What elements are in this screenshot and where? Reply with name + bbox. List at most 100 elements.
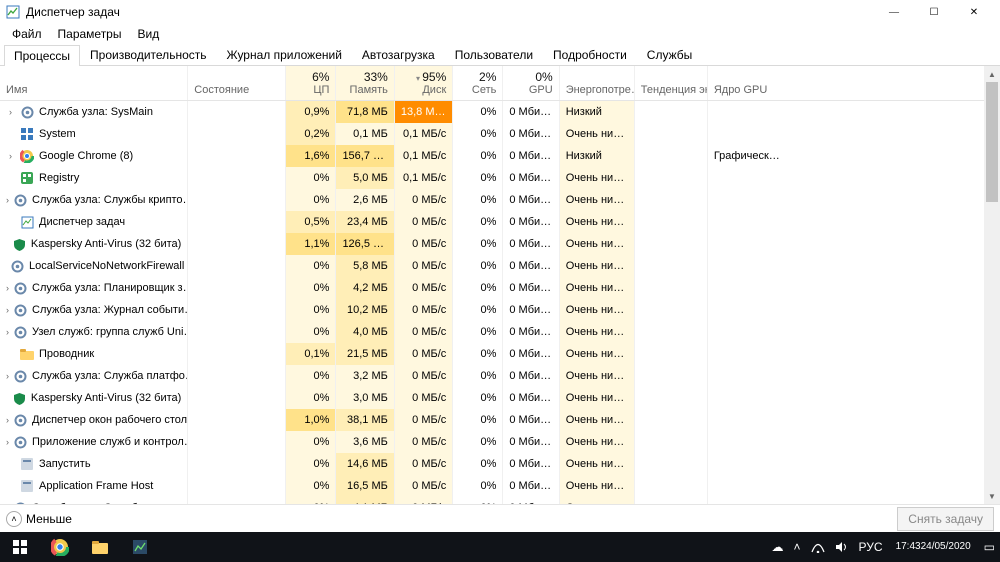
cell-status	[188, 255, 286, 277]
cell-status	[188, 431, 286, 453]
taskbar-taskmanager-icon[interactable]	[120, 532, 160, 562]
taskbar-chrome-icon[interactable]	[40, 532, 80, 562]
tab-6[interactable]: Службы	[637, 44, 702, 65]
cell-disk: 0 МБ/с	[394, 431, 452, 453]
cell-mem: 5,8 МБ	[336, 255, 394, 277]
end-task-button[interactable]: Снять задачу	[897, 507, 994, 531]
tab-1[interactable]: Производительность	[80, 44, 216, 65]
process-row[interactable]: ›Диспетчер окон рабочего стола1,0%38,1 М…	[0, 409, 1000, 431]
col-header-cpu[interactable]: 6%ЦП	[286, 66, 336, 101]
expand-chevron-icon[interactable]: ›	[6, 107, 15, 117]
tray-clock[interactable]: 17:43 24/05/2020	[888, 532, 979, 562]
col-header-gpueng[interactable]: Ядро GPU	[707, 66, 999, 101]
cell-mem: 21,5 МБ	[336, 343, 394, 365]
expand-chevron-icon[interactable]: ›	[6, 283, 9, 293]
scroll-up-icon[interactable]: ▲	[984, 66, 1000, 82]
cell-net: 0%	[453, 387, 503, 409]
tray-onedrive-icon[interactable]: ☁	[767, 532, 789, 562]
process-name: Проводник	[39, 348, 94, 360]
expand-chevron-icon[interactable]: ›	[6, 503, 9, 504]
cell-cpu: 0%	[286, 321, 336, 343]
maximize-button[interactable]: ☐	[914, 0, 954, 24]
tab-0[interactable]: Процессы	[4, 45, 80, 66]
cell-ptrend	[634, 299, 707, 321]
expand-chevron-icon[interactable]: ›	[6, 195, 9, 205]
process-row[interactable]: ›Узел служб: группа служб Uni…0%4,0 МБ0 …	[0, 321, 1000, 343]
cell-ptrend	[634, 123, 707, 145]
process-row[interactable]: LocalServiceNoNetworkFirewall …0%5,8 МБ0…	[0, 255, 1000, 277]
cell-power: Очень низкое	[559, 211, 634, 233]
process-row[interactable]: Kaspersky Anti-Virus (32 бита)1,1%126,5 …	[0, 233, 1000, 255]
process-row[interactable]: ›Служба узла: Служба платфо…0%3,2 МБ0 МБ…	[0, 365, 1000, 387]
cell-gpu: 0 Мбит/с	[503, 343, 559, 365]
gear-icon	[14, 501, 27, 504]
process-row[interactable]: ›Служба узла: Планировщик з…0%4,2 МБ0 МБ…	[0, 277, 1000, 299]
expand-chevron-icon[interactable]: ›	[6, 327, 9, 337]
process-name: LocalServiceNoNetworkFirewall …	[29, 260, 188, 272]
cell-gpueng	[707, 431, 999, 453]
col-header-mem[interactable]: 33%Память	[336, 66, 394, 101]
cell-gpueng	[707, 321, 999, 343]
scroll-down-icon[interactable]: ▼	[984, 488, 1000, 504]
col-header-net[interactable]: 2%Сеть	[453, 66, 503, 101]
expand-chevron-icon[interactable]: ›	[6, 415, 9, 425]
cell-disk: 0,1 МБ/с	[394, 145, 452, 167]
process-row[interactable]: ›Служба узла: Журнал событи…0%10,2 МБ0 М…	[0, 299, 1000, 321]
expand-chevron-icon[interactable]: ›	[6, 151, 15, 161]
process-row[interactable]: ›Приложение служб и контрол…0%3,6 МБ0 МБ…	[0, 431, 1000, 453]
col-header-disk[interactable]: ▾ 95%Диск	[394, 66, 452, 101]
close-button[interactable]: ✕	[954, 0, 994, 24]
start-button[interactable]	[0, 532, 40, 562]
tray-language[interactable]: РУС	[854, 532, 888, 562]
menu-options[interactable]: Параметры	[50, 25, 130, 43]
scroll-thumb[interactable]	[986, 82, 998, 202]
process-name: Служба узла: Службы крипто…	[32, 194, 188, 206]
process-row[interactable]: ›Google Chrome (8)1,6%156,7 МБ0,1 МБ/с0%…	[0, 145, 1000, 167]
cell-gpueng: Графическ…	[707, 145, 999, 167]
tray-notifications-icon[interactable]: ▭	[979, 532, 1000, 562]
cell-disk: 0 МБ/с	[394, 233, 452, 255]
menu-file[interactable]: Файл	[4, 25, 50, 43]
tray-overflow-icon[interactable]: ˄	[789, 532, 806, 562]
process-row[interactable]: Диспетчер задач0,5%23,4 МБ0 МБ/с0%0 Мбит…	[0, 211, 1000, 233]
process-row[interactable]: Проводник0,1%21,5 МБ0 МБ/с0%0 Мбит/сОчен…	[0, 343, 1000, 365]
process-row[interactable]: ›Служба узла: SysMain0,9%71,8 МБ13,8 МБ/…	[0, 101, 1000, 124]
col-header-gpu[interactable]: 0%GPU	[503, 66, 559, 101]
process-row[interactable]: Запустить0%14,6 МБ0 МБ/с0%0 Мбит/сОчень …	[0, 453, 1000, 475]
col-header-ptrend[interactable]: Тенденция эн…	[634, 66, 707, 101]
fewer-details-toggle[interactable]: ˄ Меньше	[6, 511, 72, 527]
expand-chevron-icon[interactable]: ›	[6, 305, 9, 315]
taskbar-explorer-icon[interactable]	[80, 532, 120, 562]
minimize-button[interactable]: —	[874, 0, 914, 24]
titlebar: Диспетчер задач — ☐ ✕	[0, 0, 1000, 24]
process-row[interactable]: Registry0%5,0 МБ0,1 МБ/с0%0 Мбит/сОчень …	[0, 167, 1000, 189]
process-row[interactable]: System0,2%0,1 МБ0,1 МБ/с0%0 Мбит/сОчень …	[0, 123, 1000, 145]
tab-3[interactable]: Автозагрузка	[352, 44, 445, 65]
tab-2[interactable]: Журнал приложений	[217, 44, 352, 65]
cell-power: Очень низкое	[559, 453, 634, 475]
tab-4[interactable]: Пользователи	[445, 44, 543, 65]
process-row[interactable]: Kaspersky Anti-Virus (32 бита)0%3,0 МБ0 …	[0, 387, 1000, 409]
expand-chevron-icon[interactable]: ›	[6, 371, 9, 381]
tab-5[interactable]: Подробности	[543, 44, 637, 65]
tray-volume-icon[interactable]	[830, 532, 854, 562]
col-header-status[interactable]: Состояние	[188, 66, 286, 101]
kav-icon	[13, 391, 26, 405]
cell-mem: 38,1 МБ	[336, 409, 394, 431]
process-row[interactable]: Application Frame Host0%16,5 МБ0 МБ/с0%0…	[0, 475, 1000, 497]
cell-gpu: 0 Мбит/с	[503, 475, 559, 497]
menu-view[interactable]: Вид	[129, 25, 167, 43]
process-row[interactable]: ›Служба узла: Службы крипто…0%2,6 МБ0 МБ…	[0, 189, 1000, 211]
cell-mem: 71,8 МБ	[336, 101, 394, 124]
cell-cpu: 0,5%	[286, 211, 336, 233]
expand-chevron-icon[interactable]: ›	[6, 437, 9, 447]
cell-net: 0%	[453, 145, 503, 167]
cell-mem: 23,4 МБ	[336, 211, 394, 233]
process-row[interactable]: ›Служба узла: Служба пользов…0%4,1 МБ0 М…	[0, 497, 1000, 504]
tray-network-icon[interactable]	[806, 532, 830, 562]
cell-disk: 0 МБ/с	[394, 255, 452, 277]
vertical-scrollbar[interactable]: ▲ ▼	[984, 66, 1000, 504]
col-header-name[interactable]: Имя	[0, 66, 188, 101]
col-header-power[interactable]: Энергопотре…	[559, 66, 634, 101]
gear-icon	[14, 303, 27, 317]
